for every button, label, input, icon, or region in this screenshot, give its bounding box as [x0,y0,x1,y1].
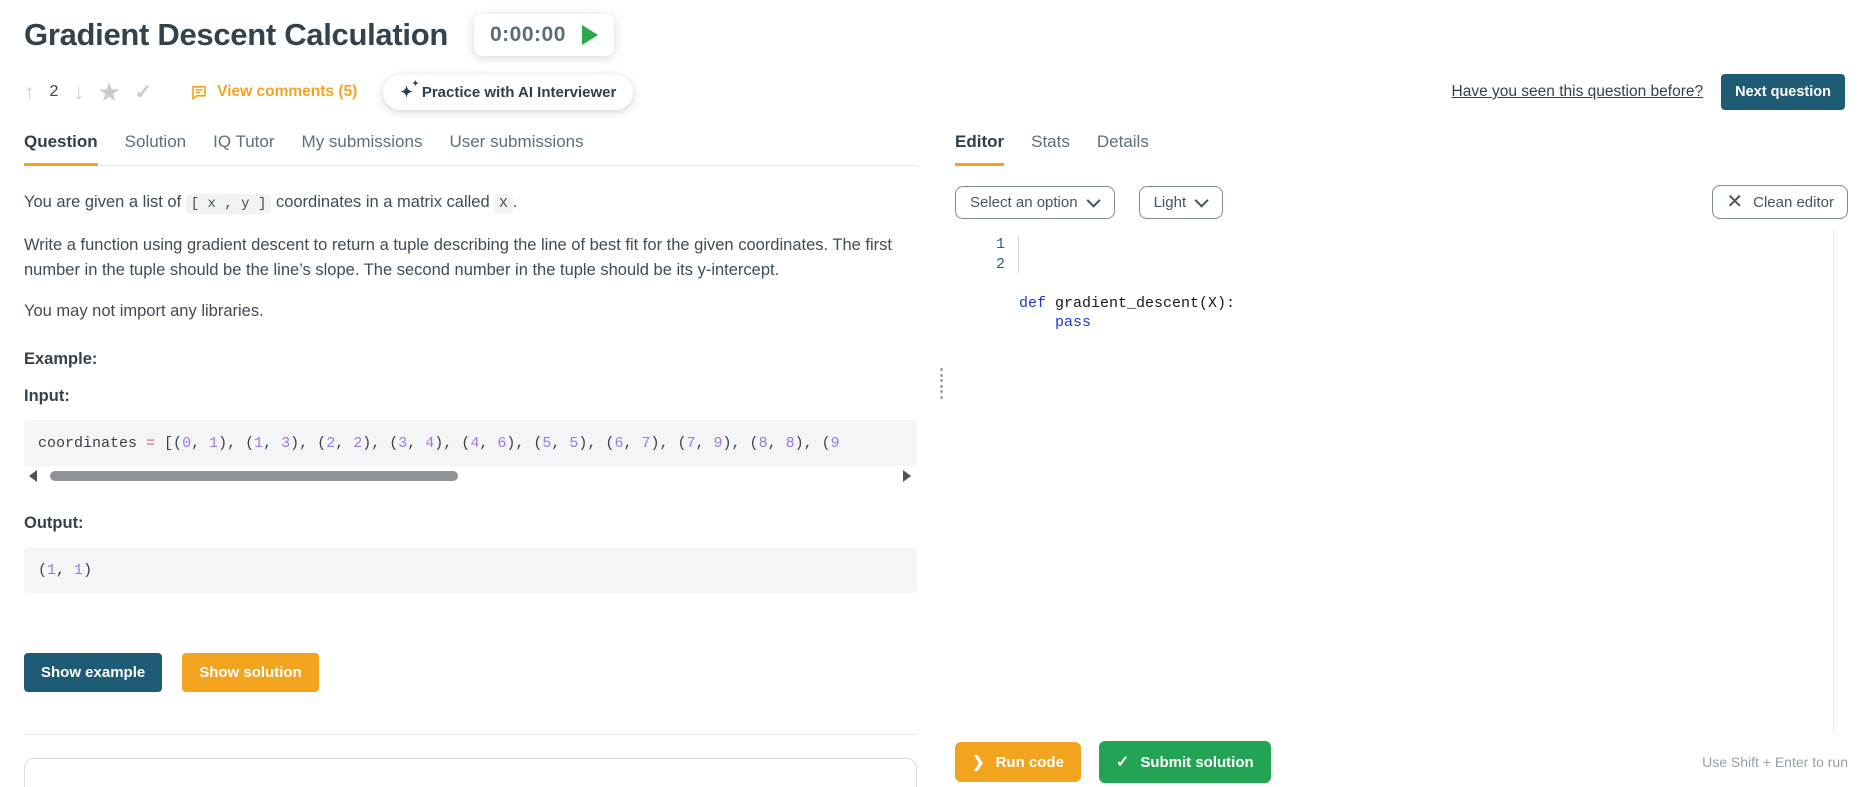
drag-handle-icon [940,368,943,399]
tab-user-submissions[interactable]: User submissions [449,124,583,165]
tab-solution[interactable]: Solution [125,124,186,165]
clean-editor-label: Clean editor [1753,193,1834,211]
horizontal-scrollbar [24,468,917,484]
tab-stats[interactable]: Stats [1031,124,1070,165]
chevron-down-icon [1194,193,1209,208]
output-label: Output: [24,514,84,532]
show-solution-button[interactable]: Show solution [182,653,319,692]
chevron-down-icon [1086,193,1101,208]
run-shortcut-hint: Use Shift + Enter to run [1702,754,1848,770]
view-comments-label: View comments (5) [217,83,358,100]
tab-my-submissions[interactable]: My submissions [302,124,423,165]
close-icon: ✕ [1726,191,1744,213]
question-panel: Question Solution IQ Tutor My submission… [0,124,937,787]
submit-solution-button[interactable]: ✓ Submit solution [1098,741,1271,783]
question-paragraph-2: Write a function using gradient descent … [24,236,892,279]
show-example-button[interactable]: Show example [24,653,163,692]
comment-icon [192,85,206,100]
downvote-icon[interactable]: ↓ [73,82,84,103]
page-header: Gradient Descent Calculation 0:00:00 ↑ 2… [0,0,1863,112]
language-select-dropdown[interactable]: Select an option [955,185,1115,219]
scroll-left-arrow-icon[interactable] [29,470,37,482]
favorite-star-icon[interactable]: ★ [99,80,120,104]
clean-editor-button[interactable]: ✕ Clean editor [1712,185,1848,219]
inline-code-xy: [ x , y ] [185,194,272,214]
theme-select-value: Light [1153,193,1187,211]
indent-guide [1018,236,1019,274]
editor-gutter: 12 [995,236,1005,273]
run-code-button[interactable]: ❯ Run code [955,742,1081,782]
question-paragraph-3: You may not import any libraries. [24,302,264,320]
timer-value: 0:00:00 [489,23,566,46]
app-window: Gradient Descent Calculation 0:00:00 ↑ 2… [0,0,1863,787]
output-code-block: (1, 1) [24,547,917,593]
tab-iq-tutor[interactable]: IQ Tutor [213,124,274,165]
timer-widget: 0:00:00 [473,14,614,56]
divider [24,734,917,735]
input-code-block: coordinates = [(0, 1), (1, 3), (2, 2), (… [24,420,917,466]
next-question-button[interactable]: Next question [1721,74,1845,110]
scroll-right-arrow-icon[interactable] [903,470,911,482]
language-select-value: Select an option [970,193,1078,211]
view-comments-link[interactable]: View comments (5) [190,83,357,101]
ai-interviewer-button[interactable]: ✦ ✦ Practice with AI Interviewer [383,74,634,110]
tab-editor[interactable]: Editor [955,124,1005,166]
submit-solution-label: Submit solution [1140,753,1254,771]
check-icon: ✓ [1115,754,1130,771]
upvote-icon[interactable]: ↑ [24,82,35,103]
editor-tabs: Editor Stats Details [955,124,1848,166]
sparkle-icon: ✦ ✦ [400,78,419,101]
example-label: Example: [24,350,98,368]
panel-splitter[interactable] [937,124,947,787]
mark-done-icon[interactable]: ✓ [135,82,153,103]
ai-interviewer-label: Practice with AI Interviewer [421,83,617,101]
tab-details[interactable]: Details [1097,124,1149,165]
scrollbar-thumb[interactable] [50,471,458,481]
play-icon[interactable] [581,25,598,45]
vote-count: 2 [49,83,59,100]
comments-section-box [24,758,917,787]
question-tabs: Question Solution IQ Tutor My submission… [24,124,917,166]
tab-question[interactable]: Question [24,124,98,166]
editor-scrollbar[interactable] [1833,229,1834,733]
editor-panel: Editor Stats Details Select an option Li… [947,124,1863,787]
input-label: Input: [24,387,70,405]
theme-select-dropdown[interactable]: Light [1138,185,1224,219]
code-editor[interactable]: 12 def gradient_descent(X): pass [955,229,1848,733]
inline-code-x: X [494,194,513,214]
page-title: Gradient Descent Calculation [24,17,448,52]
question-paragraph-1: You are given a list of [ x , y ] coordi… [24,193,518,214]
editor-code[interactable]: def gradient_descent(X): pass [1005,229,1848,733]
seen-before-link[interactable]: Have you seen this question before? [1452,83,1704,101]
run-code-label: Run code [995,753,1064,771]
run-chevron-icon: ❯ [972,754,985,771]
